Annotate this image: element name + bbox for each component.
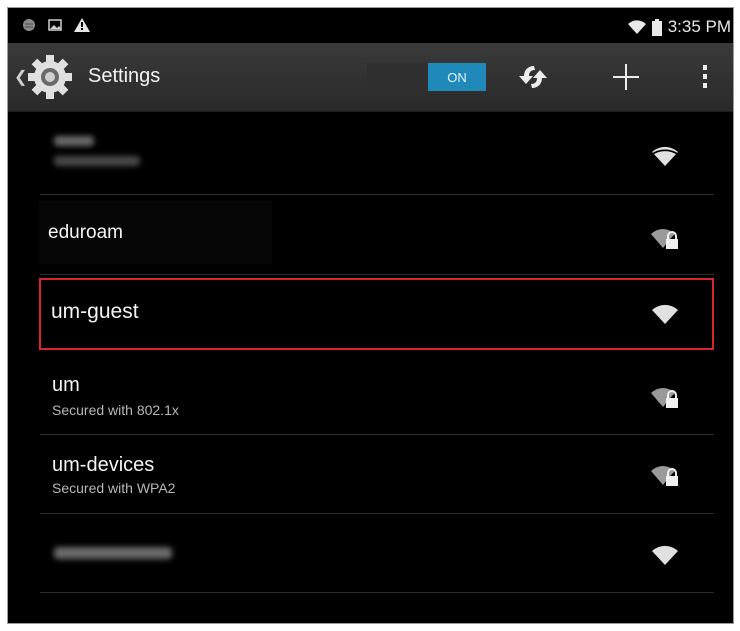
network-row-obscured-1[interactable]	[40, 116, 714, 195]
blurred-network-name	[54, 136, 94, 146]
wifi-secured-icon	[651, 466, 678, 486]
notification-icons	[22, 18, 90, 32]
warning-icon	[74, 18, 90, 32]
status-bar: 3:35 PM	[8, 8, 733, 43]
network-row-um-devices[interactable]: um-devices Secured with WPA2	[40, 436, 714, 514]
add-network-button[interactable]	[609, 60, 643, 94]
wifi-toggle-switch[interactable]: ON	[367, 63, 486, 91]
overflow-menu-button[interactable]	[688, 60, 722, 94]
wifi-signal-icon	[652, 545, 678, 565]
add-icon	[613, 64, 639, 90]
overflow-menu-icon	[703, 65, 707, 88]
wifi-icon	[627, 20, 646, 34]
network-row-eduroam[interactable]: eduroam	[38, 196, 714, 275]
blurred-network-name	[54, 547, 172, 559]
wifi-signal-icon	[651, 146, 679, 166]
clock: 3:35 PM	[667, 17, 731, 36]
network-name: um-devices	[52, 454, 155, 476]
toggle-on-label: ON	[428, 63, 486, 91]
action-bar: ❮ Settings ON	[8, 43, 733, 112]
network-name: um	[52, 374, 80, 396]
device-screen: 3:35 PM ❮ Settings ON eduroam um-guest u…	[7, 7, 734, 624]
network-security-label: Secured with 802.1x	[52, 402, 179, 418]
network-name: um-guest	[51, 300, 139, 323]
wifi-secured-icon	[651, 388, 678, 408]
globe-icon	[23, 19, 35, 31]
blurred-network-status	[54, 156, 140, 166]
network-name: eduroam	[48, 222, 123, 243]
battery-icon	[651, 18, 662, 36]
network-row-obscured-2[interactable]	[40, 515, 714, 593]
system-status: 3:35 PM	[627, 17, 731, 37]
wps-button[interactable]	[516, 60, 550, 94]
wifi-secured-icon	[651, 229, 678, 249]
network-row-um[interactable]: um Secured with 802.1x	[40, 358, 714, 435]
network-row-um-guest[interactable]: um-guest	[39, 278, 714, 350]
wifi-signal-icon	[652, 304, 678, 324]
gear-icon[interactable]	[24, 51, 76, 103]
network-security-label: Secured with WPA2	[52, 480, 176, 496]
page-title: Settings	[88, 65, 161, 87]
wps-icon	[519, 66, 547, 88]
image-icon	[48, 19, 62, 31]
